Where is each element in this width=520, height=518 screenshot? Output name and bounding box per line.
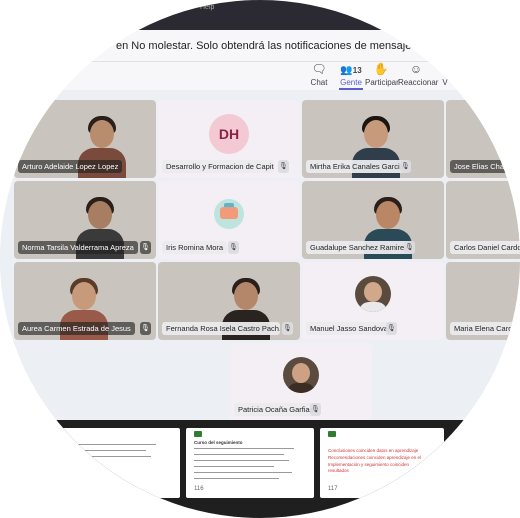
raise-hand-button[interactable]: ✋ Participar xyxy=(365,62,399,90)
participant-name: Maria Elena Carden xyxy=(450,322,520,335)
slide-thumbnail[interactable] xyxy=(48,428,180,498)
participant-name: Aurea Carmen Estrada de Jesus xyxy=(18,322,135,335)
view-icon xyxy=(438,62,452,77)
slide-number: 116 xyxy=(194,486,204,492)
people-button[interactable]: 👥13 Gente xyxy=(337,62,365,90)
participant-initials-avatar: DH xyxy=(209,114,249,154)
mic-muted-icon: 🎙 xyxy=(140,322,151,335)
do-not-disturb-banner: en No molestar. Solo obtendrá las notifi… xyxy=(0,30,520,62)
participant-tile[interactable]: DH Desarrollo y Formacion de Capital... … xyxy=(158,100,300,178)
mic-muted-icon: 🎙 xyxy=(386,322,397,335)
mic-muted-icon: 🎙 xyxy=(140,241,151,254)
participant-grid: Arturo Adelaide Lopez Lopez DH Desarroll… xyxy=(0,90,520,421)
participant-name: Manuel Jasso Sandoval xyxy=(306,322,394,335)
participant-name: Guadalupe Sanchez Ramirez xyxy=(306,241,412,254)
participant-name: Mirtha Erika Canales Garcia xyxy=(306,160,408,173)
participant-name: Patricia Ocaña Garfias xyxy=(234,403,318,416)
help-tab[interactable]: Help xyxy=(200,4,214,11)
raise-hand-label: Participar xyxy=(365,78,399,87)
participant-avatar xyxy=(355,276,391,312)
slide-bullet: resultados xyxy=(328,468,349,473)
participant-tile[interactable]: Mirtha Erika Canales Garcia 🎙 xyxy=(302,100,444,178)
slide-strip: Curso del seguimiento 116 Conclusiones c… xyxy=(0,420,520,518)
mic-muted-icon: 🎙 xyxy=(404,241,415,254)
logo-icon xyxy=(56,431,64,437)
participant-tile[interactable]: Guadalupe Sanchez Ramirez 🎙 xyxy=(302,181,444,259)
banner-text: en No molestar. Solo obtendrá las notifi… xyxy=(116,40,519,52)
participant-tile[interactable]: Manuel Jasso Sandoval 🎙 xyxy=(302,262,444,340)
view-label: V xyxy=(442,78,448,87)
mic-muted-icon: 🎙 xyxy=(400,160,411,173)
participant-name: Desarrollo y Formacion de Capital... xyxy=(162,160,274,173)
logo-icon xyxy=(328,431,336,437)
mic-muted-icon: 🎙 xyxy=(278,160,289,173)
participant-tile[interactable]: Jose Elias Chave xyxy=(446,100,520,178)
react-button[interactable]: ☺ Reaccionar xyxy=(398,62,439,90)
slide-number: 117 xyxy=(328,486,338,492)
participant-avatar xyxy=(214,199,244,229)
slide-title: Curso del seguimiento xyxy=(194,440,243,445)
slide-bullet: Recomendaciones coinciden aprendizaje en… xyxy=(328,455,422,460)
participant-name: Iris Romina Mora xyxy=(162,241,228,254)
participant-tile[interactable]: Fernanda Rosa Isela Castro Pach... 🎙 xyxy=(158,262,300,340)
window-top-strip: Help xyxy=(0,0,520,30)
participant-tile[interactable]: Maria Elena Carden xyxy=(446,262,520,340)
mic-muted-icon: 🎙 xyxy=(282,322,293,335)
view-button[interactable]: V xyxy=(438,62,452,90)
participant-tile[interactable]: Iris Romina Mora 🎙 xyxy=(158,181,300,259)
participant-name: Fernanda Rosa Isela Castro Pach... xyxy=(162,322,280,335)
participant-avatar xyxy=(283,357,319,393)
participant-tile[interactable]: Patricia Ocaña Garfias 🎙 xyxy=(230,343,372,421)
smile-icon: ☺ xyxy=(409,62,423,76)
people-label: Gente xyxy=(340,78,362,87)
participant-tile[interactable]: Aurea Carmen Estrada de Jesus 🎙 xyxy=(14,262,156,340)
teams-meeting-window: Help en No molestar. Solo obtendrá las n… xyxy=(0,0,520,518)
chat-label: Chat xyxy=(310,78,328,87)
participant-name: Norma Tarsila Valderrama Apreza xyxy=(18,241,138,254)
slide-thumbnail[interactable]: Conclusiones coinciden datos en aprendiz… xyxy=(320,428,444,498)
people-icon-wrap: 👥13 xyxy=(337,62,365,77)
slide-thumbnail[interactable]: Curso del seguimiento 116 xyxy=(186,428,314,498)
mic-muted-icon: 🎙 xyxy=(310,403,321,416)
participant-tile[interactable]: Norma Tarsila Valderrama Apreza 🎙 xyxy=(14,181,156,259)
meeting-toolbar: 🗨 Chat 👥13 Gente ✋ Participar ☺ Reaccion… xyxy=(0,62,520,91)
participant-name: Carlos Daniel Cardoso xyxy=(450,241,520,254)
participant-tile[interactable]: Arturo Adelaide Lopez Lopez xyxy=(14,100,156,178)
slide-bullet: Conclusiones coinciden datos en aprendiz… xyxy=(328,448,419,453)
people-count-badge: 13 xyxy=(352,66,362,75)
chat-icon: 🗨 xyxy=(311,62,327,76)
people-icon: 👥 xyxy=(340,65,353,76)
react-label: Reaccionar xyxy=(398,78,439,87)
chat-button[interactable]: 🗨 Chat xyxy=(308,62,330,90)
participant-name: Jose Elias Chave xyxy=(450,160,516,173)
participant-name: Arturo Adelaide Lopez Lopez xyxy=(18,160,123,173)
mic-muted-icon: 🎙 xyxy=(228,241,239,254)
logo-icon xyxy=(194,431,202,437)
raise-hand-icon: ✋ xyxy=(373,62,389,76)
participant-tile[interactable]: Carlos Daniel Cardoso xyxy=(446,181,520,259)
